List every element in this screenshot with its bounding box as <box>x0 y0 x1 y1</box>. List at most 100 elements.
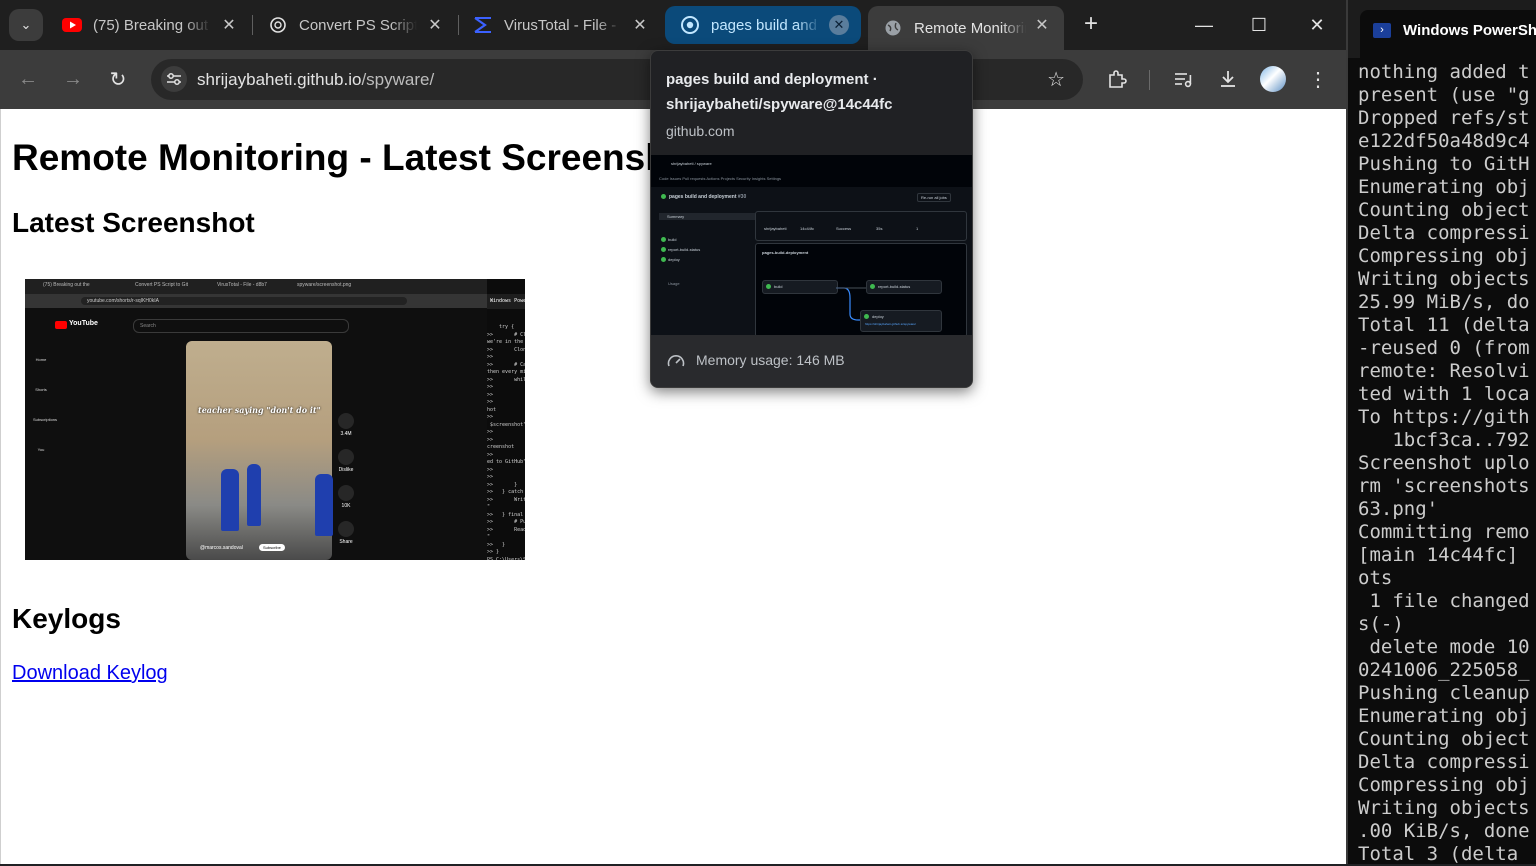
success-check-icon <box>661 257 666 262</box>
thumb-side-shorts: Shorts <box>35 387 47 392</box>
chatgpt-icon <box>267 14 289 36</box>
gh-node-build: build <box>774 284 783 289</box>
thumb-search: Search <box>133 319 349 333</box>
reload-icon: ↻ <box>109 68 127 91</box>
download-keylog-link[interactable]: Download Keylog <box>12 662 168 685</box>
success-check-icon <box>870 284 875 289</box>
site-info-button[interactable] <box>161 66 187 92</box>
gh-job-report: report-build-status <box>668 247 701 252</box>
gh-commit: 14c44fc <box>800 226 815 231</box>
maximize-button[interactable]: ☐ <box>1244 12 1274 38</box>
tab-youtube[interactable]: (75) Breaking out ✕ <box>47 6 251 44</box>
thumb-video-frame <box>186 341 332 560</box>
profile-avatar[interactable] <box>1260 66 1286 92</box>
globe-icon <box>882 17 904 39</box>
thumbs-up-icon <box>338 413 354 429</box>
thumb-dislike: Dislike <box>337 449 355 473</box>
gh-deploy-url: https://shrijaybaheti.github.io/spyware/ <box>865 322 916 326</box>
close-window-button[interactable]: ✕ <box>1302 12 1332 38</box>
downloads-button[interactable] <box>1213 64 1243 94</box>
youtube-icon <box>61 14 83 36</box>
close-tab-icon[interactable]: ✕ <box>829 15 849 35</box>
gh-artifacts: 1 <box>916 226 919 231</box>
gh-usage: Usage <box>668 281 680 286</box>
gh-node-report: report-build-status <box>878 284 911 289</box>
gh-workflow: pages build and deployment <box>669 194 737 200</box>
thumb-powershell: Windows PowerShell try { >> # Cl we're i… <box>487 279 525 560</box>
more-vertical-icon: ⋮ <box>1308 68 1328 91</box>
hovercard-title: pages build and deployment · shrijaybahe… <box>666 71 893 113</box>
url-text[interactable]: shrijaybaheti.github.io/spyware/ <box>197 70 434 90</box>
thumb-side-subscriptions: Subscriptions <box>33 417 58 422</box>
success-check-icon <box>661 194 666 199</box>
thumb-graduate-figure <box>247 464 261 526</box>
thumb-tab: Convert PS Script to Git <box>135 282 189 288</box>
terminal-output[interactable]: nothing added t present (use "g Dropped … <box>1358 61 1530 866</box>
hovercard-memory-row: Memory usage: 146 MB <box>651 335 972 387</box>
forward-button[interactable]: → <box>58 64 88 94</box>
close-tab-icon[interactable]: ✕ <box>1032 15 1052 35</box>
thumb-subscribe: Subscribe <box>259 544 285 551</box>
gh-workflow-title: pages build and deployment #30 <box>669 194 746 200</box>
playlist-icon <box>1175 73 1192 88</box>
gh-run-number: #30 <box>737 194 747 200</box>
terminal-tab[interactable]: › Windows PowerShell <box>1360 10 1536 58</box>
thumb-share-label: Share <box>339 539 353 545</box>
new-tab-button[interactable]: + <box>1078 12 1104 38</box>
speedometer-icon <box>667 355 685 367</box>
tab-title: VirusTotal - File - <box>504 16 617 34</box>
minimize-icon: — <box>1195 15 1213 35</box>
success-check-icon <box>661 247 666 252</box>
tab-virustotal[interactable]: VirusTotal - File - ✕ <box>458 6 662 44</box>
gh-rerun-button: Re-run all jobs <box>917 193 951 202</box>
gh-triggered-by: shrijaybaheti <box>764 226 787 231</box>
extensions-button[interactable] <box>1102 64 1132 94</box>
tab-strip: ⌄ (75) Breaking out ✕ Convert PS Script … <box>0 0 1346 50</box>
tab-title: pages build and d <box>711 16 821 34</box>
thumb-logo-text: YouTube <box>69 320 98 327</box>
thumb-side-home: Home <box>35 357 47 362</box>
thumb-side-you: You <box>37 447 45 452</box>
url-host: shrijaybaheti.github.io <box>197 70 362 89</box>
tab-convert-ps[interactable]: Convert PS Script ✕ <box>253 6 457 44</box>
close-tab-icon[interactable]: ✕ <box>219 15 239 35</box>
tab-title: Remote Monitorin <box>914 19 1026 37</box>
gh-job-deploy: deploy <box>668 257 680 262</box>
close-tab-icon[interactable]: ✕ <box>630 15 650 35</box>
thumb-like-count: 3.4M <box>340 431 352 437</box>
thumb-graduate-figure <box>315 474 333 536</box>
gh-nav: Code Issues Pull requests Actions Projec… <box>659 176 782 181</box>
thumb-comment-count: 10K <box>341 503 351 509</box>
tab-search-button[interactable]: ⌄ <box>9 9 43 41</box>
gh-duration: 35s <box>876 226 883 231</box>
menu-button[interactable]: ⋮ <box>1303 64 1333 94</box>
media-controls-button[interactable] <box>1168 64 1198 94</box>
plus-icon: + <box>1083 10 1098 37</box>
close-tab-icon[interactable]: ✕ <box>425 15 445 35</box>
success-check-icon <box>661 237 666 242</box>
screenshot-heading: Latest Screenshot <box>12 207 255 238</box>
gh-deploy-node: deploy https://shrijaybaheti.github.io/s… <box>860 310 942 332</box>
gh-job-build: build <box>668 237 677 242</box>
thumb-tab: spyware/screenshot.png <box>297 282 352 288</box>
thumb-graduate-figure <box>221 469 239 531</box>
minimize-button[interactable]: — <box>1189 12 1219 38</box>
gh-deploy-job-title: pages-build-deployment <box>762 250 809 255</box>
comment-icon <box>338 485 354 501</box>
hovercard-memory: Memory usage: 146 MB <box>696 352 845 368</box>
download-icon <box>1221 71 1235 87</box>
maximize-icon: ☐ <box>1250 15 1268 35</box>
tab-github-pages-build[interactable]: pages build and d ✕ <box>665 6 861 44</box>
gh-graph: pages-build-deployment build report-buil… <box>755 243 967 335</box>
terminal-tabbar: › Windows PowerShell <box>1348 0 1536 58</box>
reload-button[interactable]: ↻ <box>103 64 133 94</box>
thumb-share: Share <box>337 521 355 545</box>
back-button[interactable]: ← <box>13 64 43 94</box>
latest-screenshot-image: (75) Breaking out the Convert PS Script … <box>25 279 525 560</box>
thumb-ps-lines: try { >> # Cl we're in the c >> Clon >> … <box>487 324 525 560</box>
gh-repo: shrijaybaheti / spyware <box>671 161 712 166</box>
bookmark-star-icon[interactable]: ☆ <box>1047 67 1065 92</box>
thumb-channel: @marcos.sandoval <box>200 545 243 551</box>
thumb-tabstrip: (75) Breaking out the Convert PS Script … <box>25 279 487 294</box>
tab-remote-monitoring[interactable]: Remote Monitorin ✕ <box>868 6 1064 50</box>
